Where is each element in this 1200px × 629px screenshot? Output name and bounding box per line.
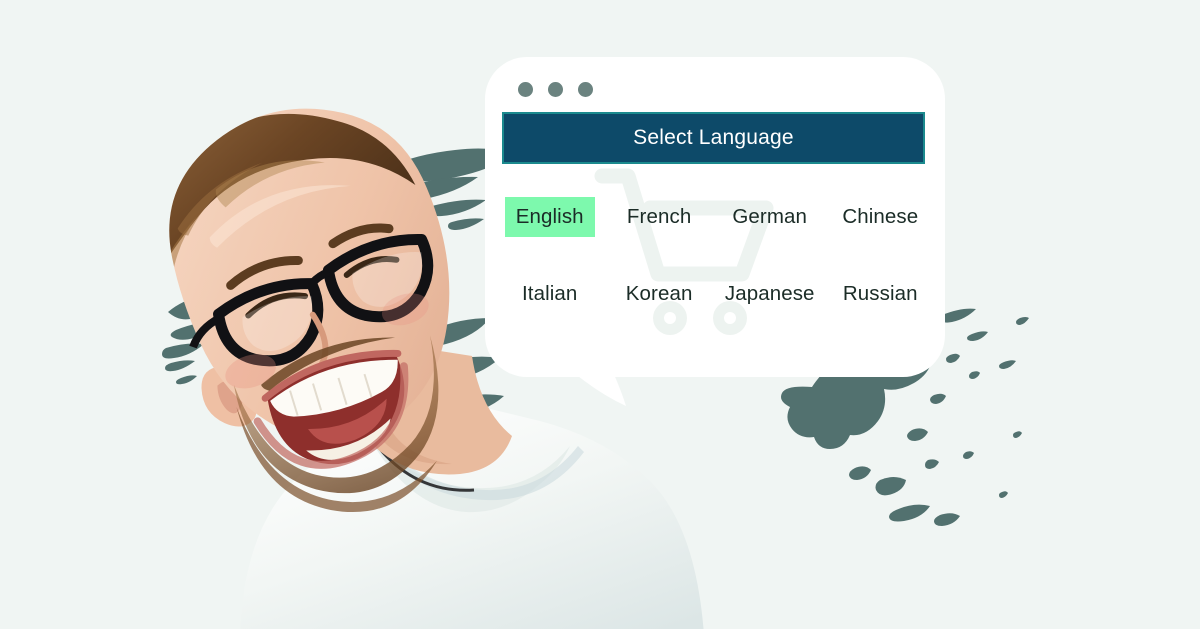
language-option-english[interactable]: English: [495, 197, 604, 237]
language-option-german[interactable]: German: [714, 197, 826, 237]
language-label: English: [504, 197, 595, 237]
window-dots: [518, 82, 593, 97]
language-option-japanese[interactable]: Japanese: [714, 274, 826, 314]
select-language-header-bar[interactable]: Select Language: [502, 112, 925, 164]
window-dot-icon-2[interactable]: [548, 82, 563, 97]
language-label: German: [732, 205, 808, 228]
language-option-russian[interactable]: Russian: [826, 274, 935, 314]
language-option-italian[interactable]: Italian: [495, 274, 604, 314]
language-option-chinese[interactable]: Chinese: [826, 197, 935, 237]
language-option-grid: English French German Chinese Italian Ko…: [495, 197, 935, 314]
language-selector-bubble: Select Language English French German Ch…: [485, 57, 945, 377]
language-label: Korean: [625, 282, 693, 305]
language-option-french[interactable]: French: [604, 197, 713, 237]
language-label: Italian: [522, 282, 578, 305]
language-label: Russian: [842, 282, 918, 305]
select-language-title: Select Language: [633, 126, 794, 149]
window-dot-icon-3[interactable]: [578, 82, 593, 97]
language-label: French: [626, 205, 692, 228]
language-label: Japanese: [724, 282, 815, 305]
language-label: Chinese: [842, 205, 919, 228]
page-canvas: Select Language English French German Ch…: [0, 0, 1200, 629]
window-dot-icon-1[interactable]: [518, 82, 533, 97]
language-option-korean[interactable]: Korean: [604, 274, 713, 314]
